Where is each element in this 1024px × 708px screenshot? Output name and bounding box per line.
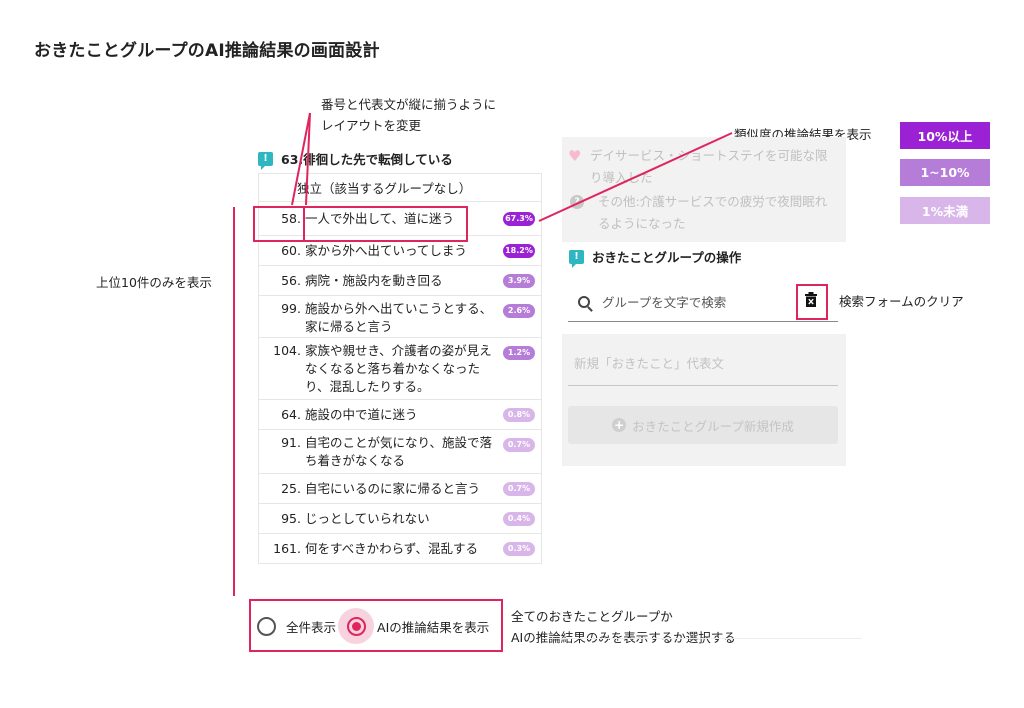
create-group-button[interactable]: + おきたことグループ新規作成 — [568, 406, 838, 444]
group-header: ! 63.徘徊した先で転倒している — [258, 149, 453, 170]
result-text-line: 家族や親せき、介護者の姿が見え — [305, 343, 492, 358]
result-text: 家族や親せき、介護者の姿が見え なくなると落ち着かなくなった り、混乱したりする。 — [305, 342, 495, 396]
result-number: 95. — [281, 511, 301, 526]
result-row[interactable]: 60. 家から外へ出ていってしまう 18.2% — [259, 236, 541, 266]
result-text: 施設の中で道に迷う — [305, 406, 495, 424]
similarity-badge: 3.9% — [503, 274, 535, 288]
result-text-line: 何をすべきかわらず、混乱する — [305, 541, 479, 556]
result-text: 自宅のことが気になり、施設で落 ち着きがなくなる — [305, 434, 495, 470]
comment-alert-icon: ! — [258, 151, 273, 170]
result-text-line: 自宅にいるのに家に帰ると言う — [305, 481, 481, 496]
result-number: 91. — [281, 435, 301, 450]
legend-mid: 1~10% — [900, 159, 990, 186]
result-row[interactable]: 161. 何をすべきかわらず、混乱する 0.3% — [259, 534, 541, 564]
question-icon: ? — [570, 195, 584, 209]
similarity-badge: 18.2% — [503, 244, 535, 258]
similarity-badge: 0.8% — [503, 408, 535, 422]
annotation-layout-line1: 番号と代表文が縦に揃うように — [321, 97, 497, 112]
annotation-toggle: 全てのおきたことグループか AIの推論結果のみを表示するか選択する — [511, 606, 736, 648]
radio-all-label: 全件表示 — [286, 619, 337, 635]
result-row[interactable]: 58. 一人で外出して、道に迷う 67.3% — [259, 202, 541, 236]
radio-ai[interactable] — [346, 616, 366, 636]
result-number: 64. — [281, 407, 301, 422]
result-text: 病院・施設内を動き回る — [305, 272, 495, 290]
result-row[interactable]: 95. じっとしていられない 0.4% — [259, 504, 541, 534]
display-mode-toggle: 全件表示 AIの推論結果を表示 — [250, 601, 502, 651]
result-text-line: じっとしていられない — [305, 511, 430, 526]
annotation-toggle-line1: 全てのおきたことグループか — [511, 609, 673, 624]
legend-low: 1%未満 — [900, 197, 990, 224]
result-text: 施設から外へ出ていこうとする、 家に帰ると言う — [305, 300, 495, 336]
annotation-layout: 番号と代表文が縦に揃うように レイアウトを変更 — [321, 94, 496, 136]
comment-alert-icon: ! — [569, 249, 584, 268]
result-text-line: 病院・施設内を動き回る — [305, 273, 443, 288]
new-representative-input[interactable]: 新規「おきたこと」代表文 — [568, 340, 838, 386]
result-number: 56. — [281, 273, 301, 288]
result-text-line: 一人で外出して、道に迷う — [305, 211, 455, 226]
similarity-badge: 2.6% — [503, 304, 535, 318]
result-row[interactable]: 99. 施設から外へ出ていこうとする、 家に帰ると言う 2.6% — [259, 296, 541, 338]
heart-icon: ♥ — [568, 147, 582, 165]
result-text: 家から外へ出ていってしまう — [305, 242, 495, 260]
ghost-text: その他:介護サービスでの疲労で夜間眠れ — [598, 194, 828, 209]
radio-all[interactable] — [257, 616, 276, 636]
result-text: 一人で外出して、道に迷う — [305, 210, 495, 228]
result-row[interactable]: 25. 自宅にいるのに家に帰ると言う 0.7% — [259, 474, 541, 504]
page-title: おきたことグループのAI推論結果の画面設計 — [34, 41, 380, 61]
result-text-line: 施設から外へ出ていこうとする、 — [305, 301, 493, 316]
disabled-card: ♥ デイサービス・ショートステイを可能な限 り導入した ? その他:介護サービス… — [562, 137, 846, 242]
radio-ai-wrap[interactable] — [338, 608, 375, 644]
annotation-top10: 上位10件のみを表示 — [96, 275, 212, 290]
disabled-create-panel: 新規「おきたこと」代表文 + おきたことグループ新規作成 — [562, 334, 846, 466]
result-text-line: り、混乱したりする。 — [305, 379, 430, 394]
ops-header-label: おきたことグループの操作 — [592, 250, 742, 265]
ops-header: ! おきたことグループの操作 — [569, 247, 742, 268]
independent-option[interactable]: 独立（該当するグループなし） — [259, 174, 541, 202]
result-row[interactable]: 56. 病院・施設内を動き回る 3.9% — [259, 266, 541, 296]
result-row[interactable]: 104. 家族や親せき、介護者の姿が見え なくなると落ち着かなくなった り、混乱したり… — [259, 338, 541, 400]
search-icon — [578, 295, 590, 308]
similarity-badge: 0.7% — [503, 482, 535, 496]
result-text: 何をすべきかわらず、混乱する — [305, 540, 495, 558]
result-row[interactable]: 64. 施設の中で道に迷う 0.8% — [259, 400, 541, 430]
similarity-badge: 1.2% — [503, 346, 535, 360]
result-text-line: 家から外へ出ていってしまう — [305, 243, 467, 258]
group-header-label: 63.徘徊した先で転倒している — [281, 152, 453, 167]
annotation-clear-search: 検索フォームのクリア — [839, 294, 964, 309]
result-number: 58. — [281, 211, 301, 226]
similarity-badge: 0.4% — [503, 512, 535, 526]
divider — [542, 638, 862, 639]
create-group-label: おきたことグループ新規作成 — [632, 418, 794, 434]
result-number: 25. — [281, 481, 301, 496]
result-number: 99. — [281, 301, 301, 316]
annotation-layout-line2: レイアウトを変更 — [321, 118, 422, 133]
result-number: 60. — [281, 243, 301, 258]
result-text: じっとしていられない — [305, 510, 495, 528]
result-text-line: 自宅のことが気になり、施設で落 — [305, 435, 493, 450]
result-row[interactable]: 91. 自宅のことが気になり、施設で落 ち着きがなくなる 0.7% — [259, 430, 541, 474]
radio-ai-label: AIの推論結果を表示 — [377, 619, 490, 635]
result-text-line: 家に帰ると言う — [305, 319, 393, 334]
similarity-badge: 0.7% — [503, 438, 535, 452]
plus-icon: + — [612, 418, 627, 432]
result-number: 161. — [273, 541, 301, 556]
legend-high: 10%以上 — [900, 122, 990, 149]
trash-clear-icon[interactable] — [805, 292, 817, 307]
result-text: 自宅にいるのに家に帰ると言う — [305, 480, 495, 498]
ghost-text: るようになった — [598, 216, 686, 231]
similarity-badge: 0.3% — [503, 542, 535, 556]
ghost-text: デイサービス・ショートステイを可能な限 — [590, 148, 828, 163]
result-text-line: 施設の中で道に迷う — [305, 407, 418, 422]
ghost-text: り導入した — [590, 170, 653, 185]
result-text-line: なくなると落ち着かなくなった — [305, 361, 481, 376]
search-field[interactable]: グループを文字で検索 — [568, 282, 838, 322]
result-text-line: ち着きがなくなる — [305, 453, 406, 468]
search-placeholder: グループを文字で検索 — [602, 295, 727, 310]
ai-result-list: 独立（該当するグループなし） 58. 一人で外出して、道に迷う 67.3% 60. 家か… — [258, 173, 542, 564]
similarity-badge: 67.3% — [503, 212, 535, 226]
result-number: 104. — [273, 343, 301, 358]
